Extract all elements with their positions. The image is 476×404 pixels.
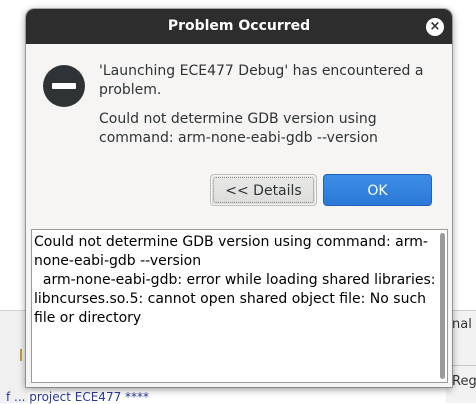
error-message-body: Could not determine GDB version using co… (99, 111, 378, 146)
problem-dialog: Problem Occurred × 'Launching ECE477 Deb… (26, 9, 452, 387)
dialog-title: Problem Occurred (167, 18, 311, 34)
error-icon-bar (52, 83, 76, 89)
ok-button[interactable]: OK (323, 174, 432, 206)
close-icon[interactable]: × (426, 18, 444, 36)
details-text: Could not determine GDB version using co… (34, 234, 436, 326)
error-message-title: 'Launching ECE477 Debug' has encountered… (99, 63, 424, 98)
panel-tab-terminal[interactable]: nal (452, 317, 472, 332)
details-button[interactable]: << Details (210, 174, 317, 206)
error-icon (43, 65, 85, 107)
dialog-titlebar[interactable]: Problem Occurred × (26, 9, 452, 44)
details-button-label: << Details (213, 177, 314, 203)
details-scrollbar[interactable] (440, 233, 445, 379)
panel-tab-registers[interactable]: Reg (452, 374, 476, 389)
details-textarea[interactable]: Could not determine GDB version using co… (31, 229, 448, 383)
